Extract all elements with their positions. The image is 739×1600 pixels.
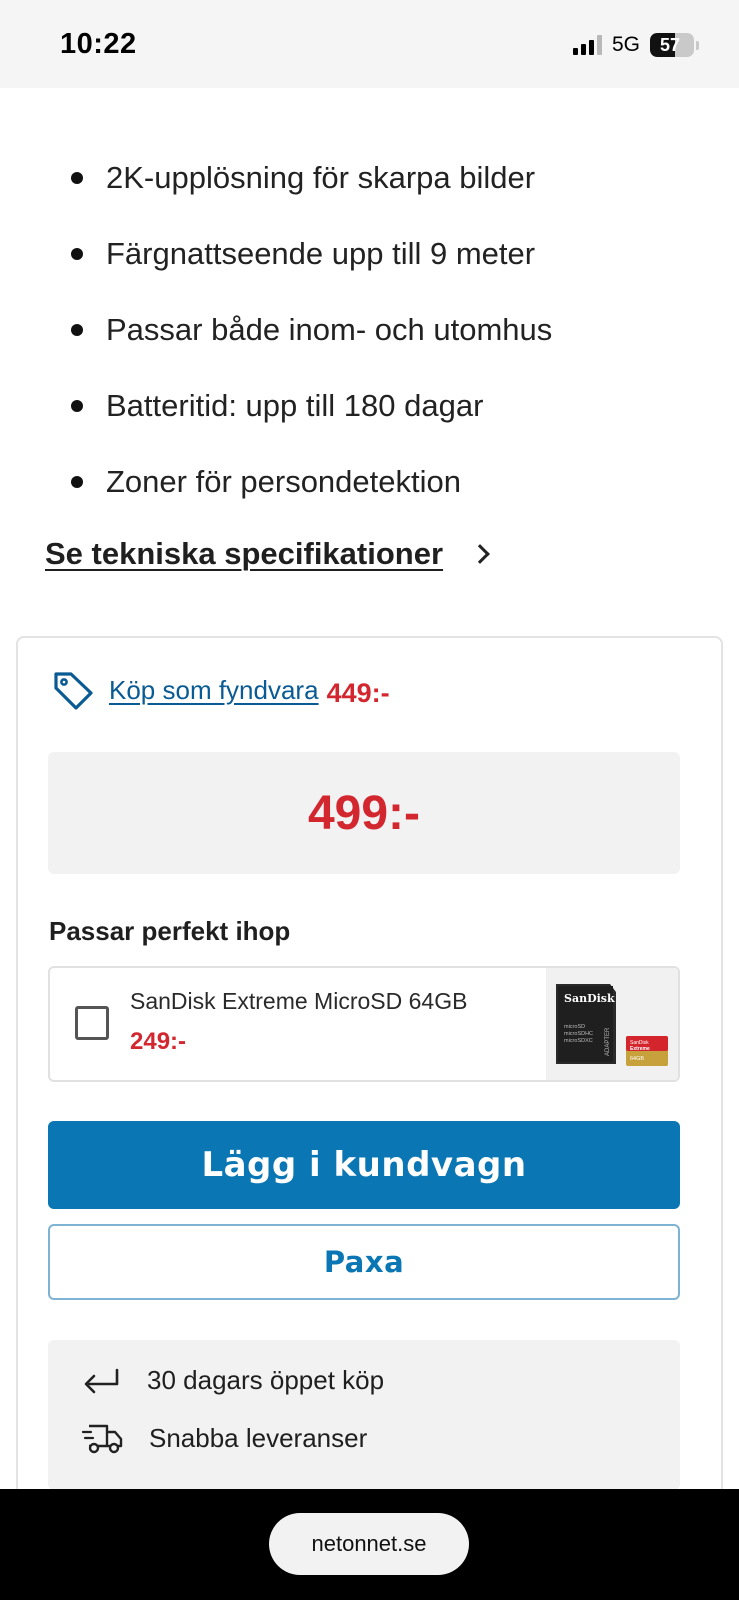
bargain-price: 449:-: [326, 677, 390, 708]
svg-text:SanDisk: SanDisk: [564, 992, 615, 1005]
reserve-button[interactable]: Paxa: [48, 1224, 680, 1300]
add-to-cart-button[interactable]: Lägg i kundvagn: [48, 1121, 680, 1209]
feature-text: 2K-upplösning för skarpa bilder: [106, 160, 536, 195]
signal-icon: [572, 35, 602, 55]
address-bar[interactable]: netonnet.se: [269, 1513, 469, 1575]
feature-item: Färgnattseende upp till 9 meter: [0, 216, 739, 292]
bargain-offer: Köp som fyndvara 449:-: [51, 668, 390, 712]
network-label: 5G: [611, 33, 640, 56]
bullet-icon: [71, 476, 83, 488]
bullet-icon: [71, 248, 83, 260]
product-price: 499:-: [307, 786, 421, 840]
perks-box: 30 dagars öppet köp Snabba leveranser: [48, 1340, 680, 1490]
accessory-heading: Passar perfekt ihop: [49, 916, 291, 946]
bullet-icon: [71, 172, 83, 184]
feature-item: 2K-upplösning för skarpa bilder: [0, 140, 739, 216]
product-purchase-card: Köp som fyndvara 449:- 499:- Passar perf…: [16, 636, 723, 1600]
perk-fast-delivery: Snabba leveranser: [81, 1420, 367, 1456]
battery-cap: [696, 40, 699, 50]
battery-icon: 57: [650, 33, 694, 57]
bullet-icon: [71, 400, 83, 412]
accessory-item[interactable]: SanDisk Extreme MicroSD 64GB 249:- SanDi…: [48, 966, 680, 1082]
tech-specs-link[interactable]: Se tekniska specifikationer: [45, 536, 490, 572]
feature-text: Batteritid: upp till 180 dagar: [106, 388, 484, 423]
accessory-name: SanDisk Extreme MicroSD 64GB: [130, 988, 468, 1014]
svg-text:64GB: 64GB: [630, 1056, 644, 1062]
chevron-right-icon[interactable]: [470, 544, 490, 564]
feature-text: Färgnattseende upp till 9 meter: [106, 236, 536, 271]
feature-item: Zoner för persondetektion: [0, 444, 739, 520]
battery-percent: 57: [659, 34, 681, 55]
feature-item: Batteritid: upp till 180 dagar: [0, 368, 739, 444]
feature-text: Passar både inom- och utomhus: [106, 312, 553, 347]
return-arrow-icon: [84, 1368, 119, 1394]
accessory-price: 249:-: [130, 1028, 187, 1055]
perk-text: 30 dagars öppet köp: [147, 1364, 385, 1395]
status-bar: 10:22 5G 57: [0, 0, 739, 88]
perk-text: Snabba leveranser: [149, 1422, 368, 1453]
price-tag-icon: [54, 672, 93, 710]
feature-item: Passar både inom- och utomhus: [0, 292, 739, 368]
accessory-image: SanDisk microSD microSDHC microSDXC ADAP…: [546, 968, 678, 1080]
tech-specs-label[interactable]: Se tekniska specifikationer: [45, 536, 443, 572]
perk-open-purchase: 30 dagars öppet köp: [81, 1362, 384, 1398]
accessory-checkbox[interactable]: [75, 1006, 109, 1040]
status-indicators: 5G 57: [572, 33, 699, 57]
delivery-truck-icon: [81, 1424, 123, 1454]
feature-text: Zoner för persondetektion: [106, 464, 461, 499]
bullet-icon: [71, 324, 83, 336]
svg-text:ADAPTER: ADAPTER: [605, 1027, 611, 1056]
browser-bottom-bar: netonnet.se: [0, 1489, 739, 1600]
buy-as-bargain-link[interactable]: Köp som fyndvara: [109, 675, 319, 706]
price-box: 499:-: [48, 752, 680, 874]
feature-list: 2K-upplösning för skarpa bilder Färgnatt…: [0, 140, 739, 520]
svg-text:Extreme: Extreme: [630, 1046, 650, 1052]
svg-text:microSD: microSD: [564, 1024, 585, 1030]
svg-text:microSDXC: microSDXC: [564, 1038, 593, 1044]
svg-text:microSDHC: microSDHC: [564, 1031, 593, 1037]
status-time: 10:22: [60, 28, 137, 60]
microsd-card-image: SanDisk microSD microSDHC microSDXC ADAP…: [546, 968, 678, 1080]
